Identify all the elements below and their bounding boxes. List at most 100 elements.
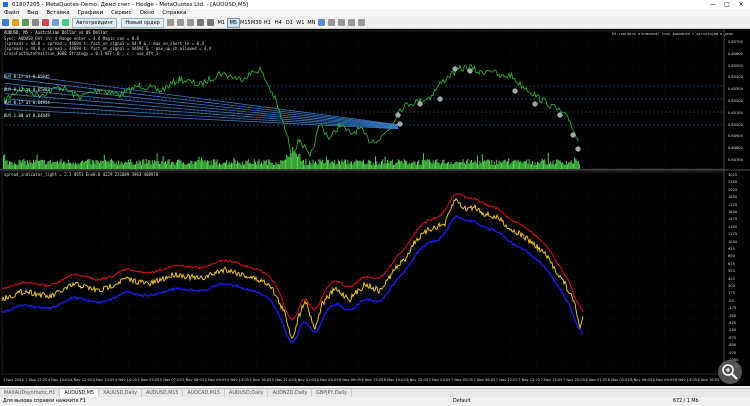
bar-chart-icon[interactable] — [167, 19, 175, 26]
trendline-icon[interactable] — [338, 19, 346, 26]
volume-bar — [59, 161, 61, 169]
volume-bar — [118, 160, 120, 169]
volume-bar — [444, 163, 446, 169]
menu-item-insert[interactable]: Вставка — [42, 10, 73, 16]
status-profile: Default — [453, 399, 471, 404]
zoom-in-icon[interactable] — [197, 19, 205, 26]
maximize-button[interactable]: □ — [720, 0, 734, 9]
volume-bar — [426, 159, 428, 169]
timeframe-m15[interactable]: M15 — [240, 19, 251, 27]
volume-bar — [201, 157, 202, 169]
volume-bar — [425, 160, 427, 169]
menu-item-tools[interactable]: Сервис — [107, 10, 136, 16]
volume-bar — [523, 161, 525, 169]
volume-bar — [28, 163, 30, 169]
volume-bar — [419, 164, 421, 169]
menu-item-file[interactable]: Файл — [0, 10, 23, 16]
volume-bar — [195, 161, 196, 169]
volume-bar — [541, 158, 543, 169]
timeframe-m5[interactable]: M5 — [226, 17, 240, 28]
volume-bar — [552, 160, 554, 169]
volume-bar — [493, 161, 495, 169]
price-tick-label: 0.65000 — [728, 122, 743, 127]
volume-bar — [177, 160, 178, 169]
menu-item-view[interactable]: Вид — [23, 10, 42, 16]
time-tick-label: 8 Nov 01:05 — [585, 378, 608, 382]
timeframe-d1[interactable]: D1 — [284, 19, 295, 27]
strategy-tester-icon[interactable] — [61, 19, 69, 26]
minimize-button[interactable]: — — [706, 0, 720, 9]
volume-bar — [109, 159, 111, 169]
timeframe-h1[interactable]: H1 — [262, 19, 273, 27]
volume-bar — [121, 163, 123, 169]
trade-marker — [452, 66, 458, 72]
new-order-button[interactable]: Новый ордер — [121, 17, 164, 28]
magnifier-icon[interactable] — [718, 360, 742, 384]
volume-bar — [185, 164, 187, 169]
time-tick-label: 4 Nov 14:05 — [115, 378, 137, 382]
volume-bar — [457, 162, 459, 169]
volume-bar — [274, 164, 276, 169]
volume-bar — [407, 164, 409, 169]
time-tick-label: 5 Nov 16:05 — [249, 378, 272, 382]
menu-item-help[interactable]: Справка — [158, 10, 190, 16]
volume-bar — [347, 159, 349, 169]
timeframe-h4[interactable]: H4 — [273, 19, 284, 27]
indicator-tick-label: 1175 — [728, 232, 738, 237]
volume-bar — [399, 160, 400, 169]
volume-bar — [125, 161, 127, 169]
cursor-icon[interactable] — [328, 19, 336, 26]
volume-bar — [335, 164, 337, 169]
volume-bar — [55, 162, 57, 169]
navigator-icon[interactable] — [41, 19, 49, 26]
shapes-icon[interactable] — [358, 19, 366, 26]
volume-bar — [305, 159, 307, 169]
menu-item-window[interactable]: Окно — [136, 10, 159, 16]
open-icon[interactable] — [11, 19, 19, 26]
timeframe-w1[interactable]: W1 — [295, 19, 306, 27]
timeframe-m30[interactable]: M30 — [251, 19, 262, 27]
volume-bar — [67, 159, 69, 169]
volume-bar — [165, 161, 166, 169]
volume-bar — [318, 159, 320, 169]
algo-trading-button[interactable]: Автотрейдинг — [72, 17, 118, 28]
volume-bar — [193, 161, 195, 169]
volume-bar — [378, 163, 380, 169]
menu-item-charts[interactable]: Графики — [74, 10, 107, 16]
indicator-tick-label: -800 — [728, 343, 737, 348]
timeframe-m1[interactable]: M1 — [216, 19, 227, 27]
volume-bar — [49, 159, 51, 169]
save-icon[interactable] — [21, 19, 29, 26]
volume-bar — [263, 160, 265, 169]
volume-bar — [497, 164, 499, 169]
volume-bar — [228, 161, 230, 169]
text-tool-icon[interactable] — [348, 19, 356, 26]
volume-bar — [219, 162, 220, 169]
chart-canvas[interactable] — [0, 29, 750, 386]
volume-bar — [37, 160, 39, 169]
candles-icon[interactable] — [177, 19, 185, 26]
volume-bar — [507, 161, 508, 169]
price-tick-label: 0.65300 — [728, 87, 743, 92]
volume-bar — [409, 164, 411, 169]
zoom-out-icon[interactable] — [207, 19, 215, 26]
volume-bar — [47, 161, 49, 169]
volume-bar — [282, 160, 284, 169]
volume-bar — [417, 161, 418, 169]
volume-bar — [95, 160, 97, 169]
line-chart-icon[interactable] — [187, 19, 195, 26]
chart-area[interactable]: AUDUSD, M5 · Australian Dollar vs US Dol… — [0, 29, 750, 386]
volume-bar — [418, 159, 420, 169]
close-button[interactable]: ✕ — [734, 0, 748, 9]
profiles-icon[interactable] — [31, 19, 39, 26]
timeframe-mn[interactable]: MN — [306, 19, 317, 27]
volume-bar — [240, 164, 242, 169]
volume-bar — [63, 161, 64, 169]
volume-bar — [366, 163, 368, 169]
volume-bar — [579, 164, 580, 169]
volume-bar — [52, 162, 54, 169]
market-watch-icon[interactable] — [51, 19, 59, 26]
volume-bar — [567, 164, 568, 169]
crosshair-icon[interactable] — [318, 19, 326, 26]
new-chart-icon[interactable] — [1, 19, 9, 26]
